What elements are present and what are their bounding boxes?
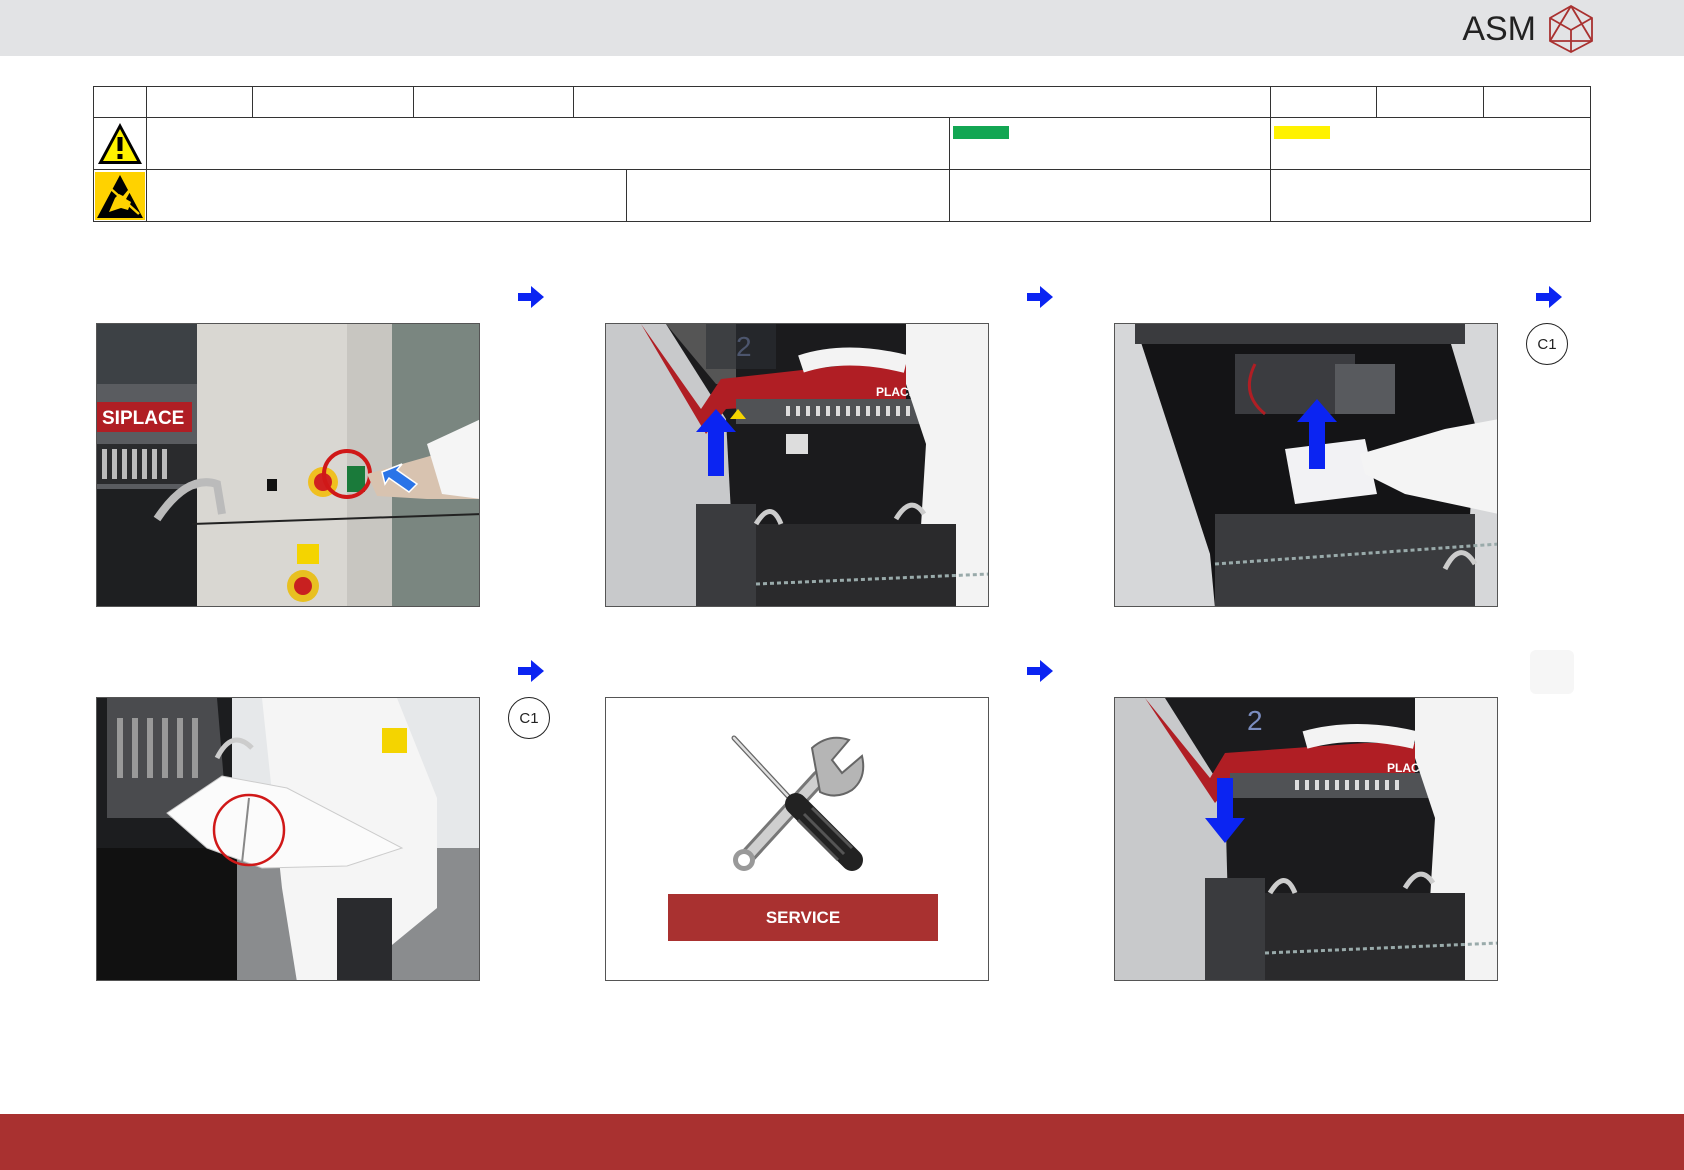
insert-paper-photo <box>1114 323 1498 607</box>
green-status-bar <box>953 126 1009 139</box>
wrench-screwdriver-icon <box>731 735 865 871</box>
warning-triangle-icon <box>98 123 142 164</box>
arrow-right-icon <box>518 286 544 308</box>
table-cell <box>1376 86 1484 118</box>
remove-paper-photo <box>96 697 480 981</box>
photo-illustration <box>1115 324 1497 606</box>
table-cell <box>1483 86 1591 118</box>
reference-circle-c1: C1 <box>1526 323 1568 365</box>
logo-text: ASM <box>1462 9 1536 48</box>
photo-illustration: PLACE 2 <box>1115 698 1497 980</box>
table-cell <box>146 169 627 222</box>
reference-label: C1 <box>519 709 539 727</box>
reference-circle-c1: C1 <box>508 697 550 739</box>
table-cell <box>1270 117 1591 170</box>
table-cell <box>252 86 414 118</box>
station-number: 2 <box>1247 705 1263 736</box>
table-cell <box>146 117 950 170</box>
arrow-right-icon <box>1027 286 1053 308</box>
table-cell <box>1270 86 1377 118</box>
table-cell <box>146 86 253 118</box>
yellow-status-bar <box>1274 126 1330 139</box>
table-cell <box>93 86 147 118</box>
top-bar: ASM <box>0 0 1684 56</box>
warning-icon-cell <box>93 117 147 170</box>
photo-illustration: PLACE 2 <box>606 324 988 606</box>
faint-placeholder <box>1530 650 1574 694</box>
arrow-right-icon <box>518 660 544 682</box>
photo-illustration <box>97 698 479 980</box>
lower-hood-photo: PLACE 2 <box>1114 697 1498 981</box>
siplace-photo-text: SIPLACE <box>102 408 184 429</box>
esd-icon-cell <box>93 169 147 222</box>
service-label: SERVICE <box>668 894 938 941</box>
arrow-right-icon <box>1536 286 1562 308</box>
machine-front-switch-photo: SIPLACE <box>96 323 480 607</box>
table-cell <box>1270 169 1591 222</box>
table-cell <box>949 169 1271 222</box>
lift-hood-photo: PLACE 2 <box>605 323 989 607</box>
esd-hand-icon <box>95 172 145 220</box>
info-table <box>93 86 1591 222</box>
table-cell <box>573 86 1271 118</box>
table-cell <box>626 169 950 222</box>
asm-logo: ASM <box>1462 4 1596 54</box>
bottom-bar <box>0 1114 1684 1170</box>
reference-label: C1 <box>1537 335 1557 353</box>
service-card: SERVICE <box>605 697 989 981</box>
table-cell <box>949 117 1271 170</box>
arrow-right-icon <box>1027 660 1053 682</box>
photo-illustration: SIPLACE <box>97 324 479 606</box>
asm-logo-icon <box>1549 4 1593 54</box>
table-cell <box>413 86 574 118</box>
